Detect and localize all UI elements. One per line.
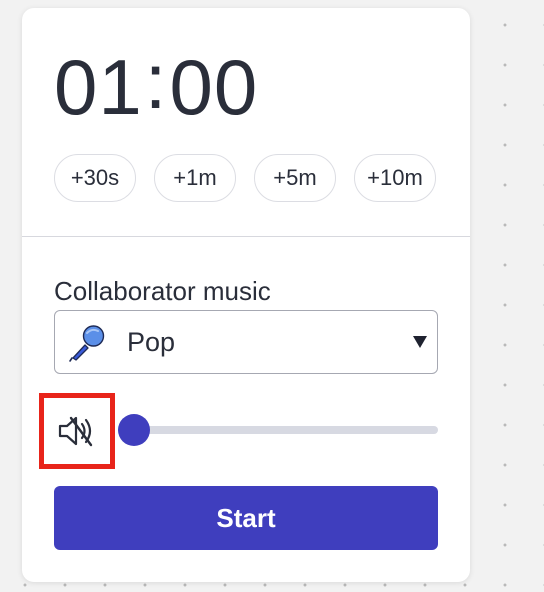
music-select-value: Pop bbox=[127, 327, 176, 357]
volume-slider-thumb[interactable] bbox=[118, 414, 150, 446]
volume-slider-track[interactable] bbox=[118, 426, 438, 434]
music-select[interactable]: Pop bbox=[54, 310, 438, 374]
microphone-icon bbox=[69, 325, 105, 362]
add-5m-button[interactable]: +5m bbox=[254, 154, 336, 202]
timer-seconds: 00 bbox=[169, 43, 259, 131]
timer-separator: : bbox=[144, 37, 168, 125]
music-label: Collaborator music bbox=[54, 276, 271, 306]
timer-panel: 01:00 +30s +1m +5m +10m Collaborator mus… bbox=[22, 8, 470, 582]
speaker-muted-icon bbox=[58, 416, 93, 447]
timer-display: 01:00 bbox=[54, 42, 258, 126]
add-10m-button[interactable]: +10m bbox=[354, 154, 436, 202]
increment-buttons: +30s +1m +5m +10m bbox=[54, 154, 436, 202]
timer-minutes: 01 bbox=[54, 43, 143, 131]
section-divider bbox=[22, 236, 470, 237]
mute-toggle-button[interactable] bbox=[39, 393, 115, 469]
volume-slider[interactable] bbox=[118, 412, 438, 448]
start-button[interactable]: Start bbox=[54, 486, 438, 550]
add-1m-button[interactable]: +1m bbox=[154, 154, 236, 202]
chevron-down-icon bbox=[413, 336, 427, 348]
add-30s-button[interactable]: +30s bbox=[54, 154, 136, 202]
